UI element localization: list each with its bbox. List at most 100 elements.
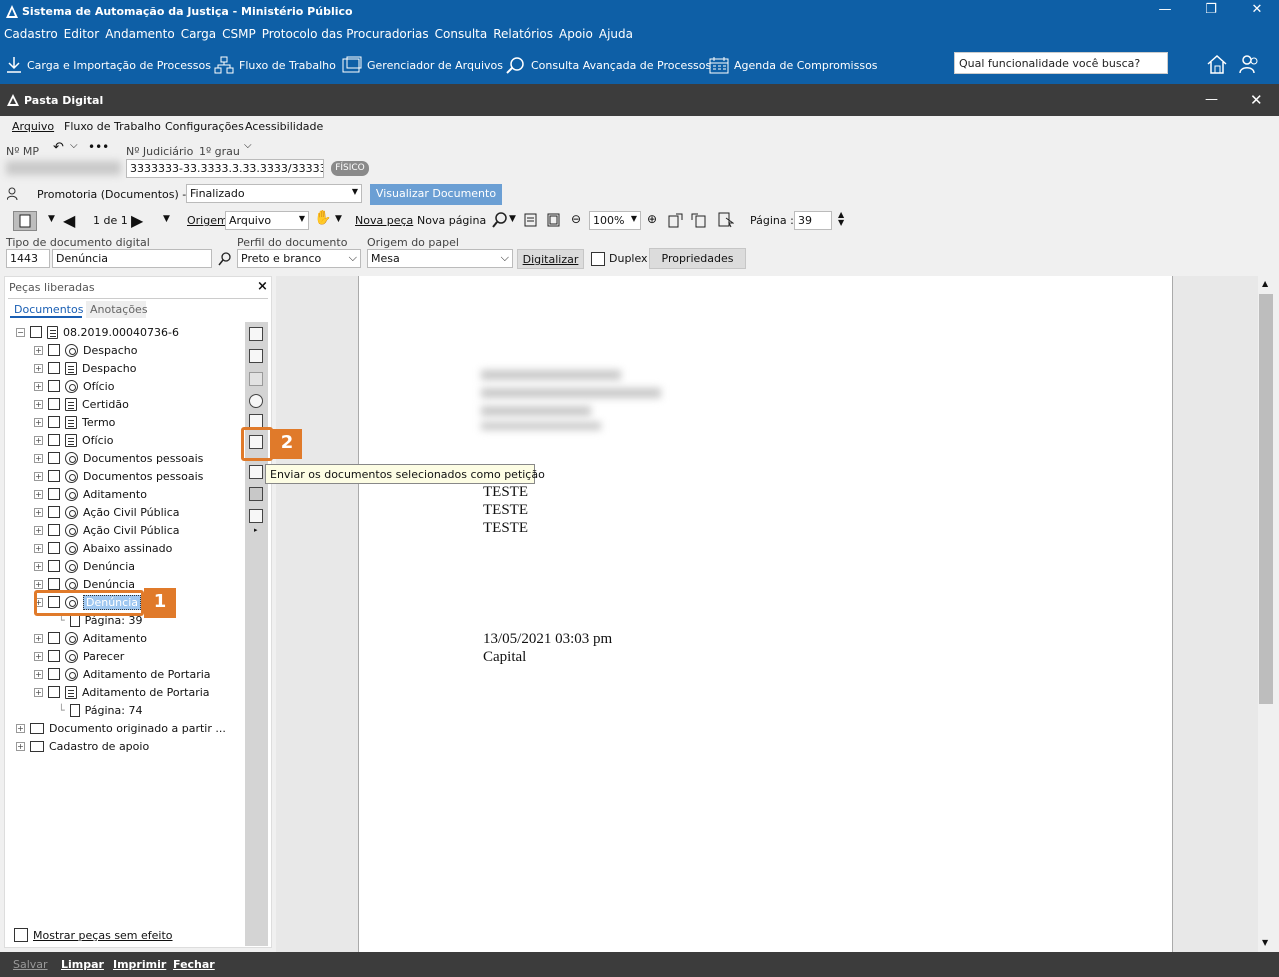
tab-documentos[interactable]: Documentos	[10, 301, 83, 318]
pagina-input[interactable]: 39	[794, 211, 832, 230]
tree-item[interactable]: + Aditamento de Portaria	[34, 683, 210, 701]
origem-papel-select[interactable]: Mesa ⌵	[367, 249, 513, 268]
tree-item-checkbox[interactable]	[48, 344, 60, 356]
hand-icon[interactable]: ✋	[314, 210, 331, 226]
more-icon[interactable]: •••	[88, 140, 109, 154]
expand-icon[interactable]: +	[34, 381, 43, 391]
scroll-up-icon[interactable]: ▲	[1262, 279, 1268, 288]
njud-field[interactable]: 3333333-33.3333.3.33.3333/33333	[126, 159, 324, 178]
tree-item-checkbox[interactable]	[48, 668, 60, 680]
tree-item[interactable]: + Ação Civil Pública	[34, 521, 180, 539]
fit-page-icon[interactable]	[547, 213, 560, 227]
expand-icon[interactable]: +	[34, 525, 43, 535]
expand-icon[interactable]: +	[34, 507, 43, 517]
viewer-scroll-thumb[interactable]	[1259, 294, 1273, 704]
minimize-icon[interactable]: —	[1155, 2, 1175, 17]
expand-icon[interactable]: +	[34, 687, 43, 697]
tree-extra-item[interactable]: + Cadastro de apoio	[16, 737, 149, 755]
imprimir-button[interactable]: Imprimir	[113, 958, 166, 971]
origem-select[interactable]: Arquivo ▼	[225, 211, 309, 230]
expand-icon[interactable]: +	[34, 561, 43, 571]
expand-icon[interactable]: +	[34, 579, 43, 589]
tree-item-checkbox[interactable]	[48, 416, 60, 428]
perfil-select[interactable]: Preto e branco ⌵	[237, 249, 361, 268]
tree-item[interactable]: + Abaixo assinado	[34, 539, 172, 557]
note-icon[interactable]	[249, 487, 263, 501]
tree-item-checkbox[interactable]	[48, 470, 60, 482]
tree-root[interactable]: − 08.2019.00040736-6	[16, 323, 179, 341]
tipo-code-input[interactable]: 1443	[6, 249, 50, 268]
document-icon[interactable]	[249, 414, 263, 428]
prev-page-icon[interactable]: ◀	[63, 211, 75, 230]
collapse-icon[interactable]: −	[16, 327, 25, 337]
expand-icon[interactable]: +	[34, 543, 43, 553]
attachment-icon[interactable]	[249, 372, 263, 386]
toolbar-gerenciador[interactable]: Gerenciador de Arquivos	[342, 56, 503, 74]
menu-consulta[interactable]: Consulta	[435, 24, 488, 44]
restore-icon[interactable]: ❐	[1201, 2, 1221, 17]
zoom-out-icon[interactable]: ⊖	[571, 212, 581, 226]
scroll-down-icon[interactable]: ▼	[1262, 938, 1268, 947]
salvar-button[interactable]: Salvar	[13, 958, 48, 971]
tree-item-checkbox[interactable]	[48, 398, 60, 410]
chevron-down-icon[interactable]: ⌵	[70, 140, 78, 151]
add-icon[interactable]	[249, 465, 263, 479]
expand-icon[interactable]: +	[16, 723, 25, 733]
tree-item[interactable]: + Documentos pessoais	[34, 449, 203, 467]
tree-item-checkbox[interactable]	[48, 380, 60, 392]
tipo-value-input[interactable]: Denúncia	[52, 249, 212, 268]
expand-icon[interactable]: +	[34, 345, 43, 355]
toolbar-consulta[interactable]: Consulta Avançada de Processos	[506, 56, 711, 74]
tree-item[interactable]: + Despacho	[34, 341, 137, 359]
tree-item-checkbox[interactable]	[48, 524, 60, 536]
duplex-checkbox[interactable]	[591, 252, 605, 266]
tree-item-checkbox[interactable]	[48, 542, 60, 554]
tree-root-checkbox[interactable]	[30, 326, 42, 338]
pasta-menu-configuracoes[interactable]: Configurações	[165, 120, 244, 133]
tree-item-checkbox[interactable]	[48, 452, 60, 464]
tree-item[interactable]: + Ofício	[34, 431, 113, 449]
pasta-menu-arquivo[interactable]: Arquivo	[12, 120, 54, 133]
zoom-search-icon[interactable]	[492, 212, 508, 228]
limpar-button[interactable]: Limpar	[61, 958, 104, 971]
nav-dropdown-icon[interactable]: ▼	[163, 214, 170, 224]
tree-item[interactable]: + Aditamento	[34, 485, 147, 503]
expand-icon[interactable]: +	[34, 489, 43, 499]
tree-item[interactable]: + Ofício	[34, 377, 114, 395]
tree-item[interactable]: + Aditamento de Portaria	[34, 665, 211, 683]
next-page-icon[interactable]: ▶	[131, 211, 143, 230]
nova-peca-button[interactable]: Nova peça	[355, 214, 413, 227]
tree-item[interactable]: + Aditamento	[34, 629, 147, 647]
tree-item-checkbox[interactable]	[48, 578, 60, 590]
tree-item[interactable]: + Certidão	[34, 395, 129, 413]
fila-select[interactable]: Finalizado ▼	[186, 184, 362, 203]
tree-item-checkbox[interactable]	[48, 506, 60, 518]
tree-item[interactable]: + Despacho	[34, 359, 136, 377]
tree-item-checkbox[interactable]	[48, 632, 60, 644]
expand-icon[interactable]: +	[34, 435, 43, 445]
expand-icon[interactable]: +	[34, 633, 43, 643]
search-tipo-icon[interactable]	[218, 252, 232, 266]
toolbar-fluxo[interactable]: Fluxo de Trabalho	[214, 56, 336, 74]
pagina-stepper-icon[interactable]: ▲ ▼	[838, 211, 844, 227]
tree-item[interactable]: + Documentos pessoais	[34, 467, 203, 485]
zoom-in-icon[interactable]: ⊕	[647, 212, 657, 226]
tree-item-checkbox[interactable]	[48, 650, 60, 662]
pasta-close-icon[interactable]: ✕	[1250, 91, 1263, 109]
seal-icon[interactable]	[249, 394, 263, 408]
menu-cadastro[interactable]: Cadastro	[4, 24, 58, 44]
panel-close-icon[interactable]: ×	[257, 279, 268, 294]
tree-item[interactable]: └ Página: 74	[58, 701, 142, 719]
fit-width-icon[interactable]	[524, 213, 537, 227]
fechar-button[interactable]: Fechar	[173, 958, 215, 971]
tree-item-checkbox[interactable]	[48, 686, 60, 698]
tree-item[interactable]: + Ação Civil Pública	[34, 503, 180, 521]
menu-protocolo[interactable]: Protocolo das Procuradorias	[262, 24, 429, 44]
nova-pagina-button[interactable]: Nova página	[417, 214, 486, 227]
tool-dropdown-icon[interactable]: ▼	[48, 214, 55, 224]
functionality-search-input[interactable]: Qual funcionalidade você busca?	[954, 52, 1168, 74]
expand-icon[interactable]: +	[34, 453, 43, 463]
zoom-select[interactable]: 100% ▼	[589, 211, 641, 230]
tree-item-checkbox[interactable]	[48, 434, 60, 446]
pasta-minimize-icon[interactable]: —	[1205, 92, 1218, 107]
